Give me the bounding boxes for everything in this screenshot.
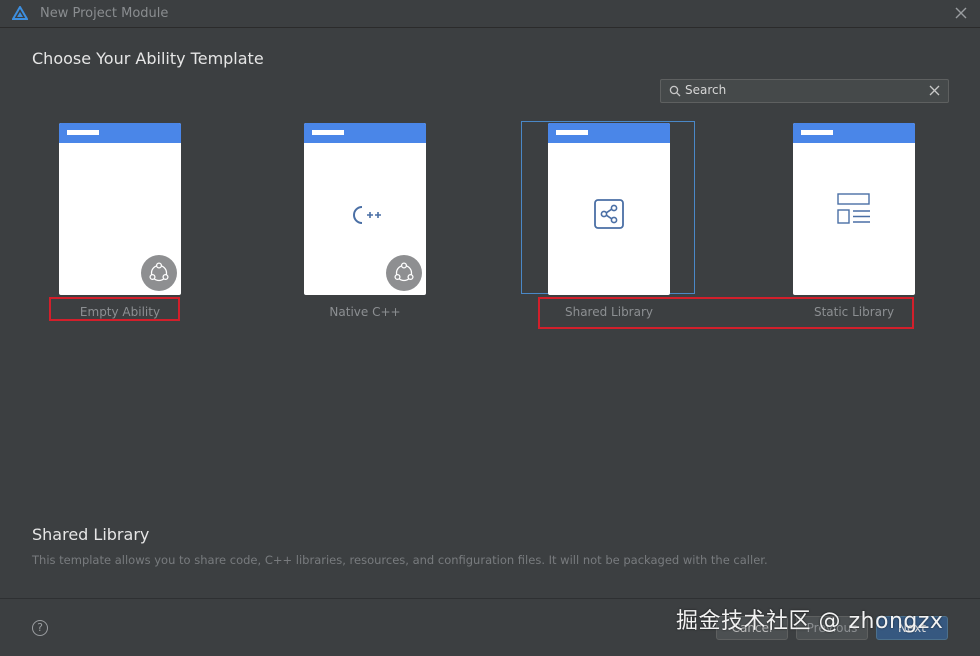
search-input[interactable] — [685, 81, 921, 99]
app-logo-icon — [12, 6, 28, 20]
help-icon[interactable]: ? — [32, 620, 48, 636]
window-title: New Project Module — [40, 6, 169, 21]
cpp-icon — [353, 206, 381, 224]
card-header — [59, 123, 181, 143]
template-card — [59, 123, 181, 295]
search-box[interactable] — [660, 79, 949, 103]
template-label: Native C++ — [329, 305, 401, 319]
template-native-cpp[interactable]: Native C++ — [304, 123, 426, 319]
close-icon[interactable] — [952, 4, 970, 22]
title-bar: New Project Module — [0, 0, 980, 28]
template-empty-ability[interactable]: Empty Ability — [59, 123, 181, 319]
template-static-library[interactable]: Static Library — [793, 123, 915, 319]
shared-library-icon — [594, 199, 624, 229]
annotation-box-empty-ability — [49, 297, 180, 321]
template-card — [548, 123, 670, 295]
ability-badge-icon — [141, 255, 177, 291]
template-card — [793, 123, 915, 295]
ability-badge-icon — [386, 255, 422, 291]
clear-search-icon[interactable] — [929, 85, 940, 96]
card-header — [793, 123, 915, 143]
description-title: Shared Library — [32, 525, 150, 544]
card-header — [304, 123, 426, 143]
search-icon — [669, 85, 681, 97]
annotation-box-libraries — [538, 297, 914, 329]
card-header-bar — [801, 130, 833, 135]
static-library-icon — [837, 193, 870, 224]
page-title: Choose Your Ability Template — [32, 49, 264, 68]
card-header-bar — [67, 130, 99, 135]
watermark: 掘金技术社区 @ zhongzx — [676, 609, 944, 634]
description-text: This template allows you to share code, … — [32, 553, 768, 567]
card-header-bar — [312, 130, 344, 135]
template-card — [304, 123, 426, 295]
card-header — [548, 123, 670, 143]
template-shared-library[interactable]: Shared Library — [548, 123, 670, 319]
card-header-bar — [556, 130, 588, 135]
